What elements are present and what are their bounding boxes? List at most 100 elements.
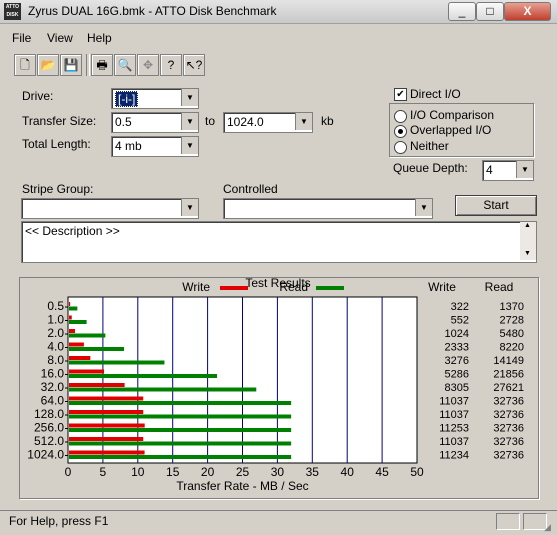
help-button[interactable]: ? [160,54,182,76]
maximize-button[interactable]: □ [476,2,504,21]
read-bar [69,414,292,419]
status-text: For Help, press F1 [9,514,109,528]
overlapped-io-label: Overlapped I/O [410,123,492,137]
read-value: 32736 [493,396,524,408]
resize-grip-icon[interactable]: ◢ [544,522,551,533]
read-column-header: Read [485,280,514,294]
write-bar [69,383,125,387]
read-bar [69,428,292,432]
menu-help[interactable]: Help [87,31,112,45]
y-tick-label: 16.0 [41,367,65,381]
write-value: 322 [451,301,469,313]
overlapped-io-radio[interactable] [394,125,407,138]
maximize-icon: □ [486,4,494,18]
start-button[interactable]: Start [455,195,537,216]
controlled-select[interactable]: ▼ [223,198,433,219]
read-value: 2728 [500,315,524,327]
save-button[interactable]: 💾 [60,54,82,76]
total-length-select[interactable]: 4 mb ▼ [111,136,199,157]
print-preview-button[interactable]: 🔍 [114,54,136,76]
print-icon: 🖶 [96,58,108,72]
read-bar [69,455,292,459]
stripe-group-select[interactable]: ▼ [21,198,199,219]
move-button[interactable]: ✥ [137,54,159,76]
status-bar: For Help, press F1 ◢ [0,510,557,535]
scroll-up-icon: ▲ [524,222,531,229]
read-bar [69,374,217,378]
legend-read-swatch [316,286,344,290]
x-tick-label: 15 [166,465,180,479]
write-bar [69,410,144,414]
minimize-button[interactable]: _ [448,2,476,21]
y-tick-label: 0.5 [47,299,64,313]
new-icon: 🗋 [20,58,30,72]
description-textarea[interactable]: << Description >> ▲ ▼ [21,221,537,263]
x-tick-label: 30 [271,465,285,479]
drive-label: Drive: [22,89,54,103]
context-help-icon: ↖? [185,58,203,72]
read-bar [69,306,78,311]
menu-file[interactable]: File [12,31,31,45]
title-bar: ATTO DISK Zyrus DUAL 16G.bmk - ATTO Disk… [0,0,557,24]
write-bar [69,423,145,428]
menu-view[interactable]: View [47,31,73,45]
chevron-down-icon: ▼ [181,89,198,106]
drive-value: [-i-] [115,91,139,107]
y-tick-label: 8.0 [47,353,64,367]
transfer-size-label: Transfer Size: [22,114,97,128]
x-axis-label: Transfer Rate - MB / Sec [176,479,308,493]
write-value: 11037 [439,396,469,408]
chevron-down-icon: ▼ [181,137,198,154]
open-icon: 📂 [40,58,56,72]
status-pane [496,513,520,530]
queue-depth-select[interactable]: 4 ▼ [482,160,534,181]
minimize-icon: _ [458,4,466,18]
write-value: 8305 [445,382,469,394]
y-tick-label: 2.0 [47,326,64,340]
x-tick-label: 10 [131,465,145,479]
print-button[interactable]: 🖶 [91,54,113,76]
atto-app-icon: ATTO DISK [4,3,21,20]
neither-radio[interactable] [394,141,407,154]
read-bar [69,387,257,392]
legend-write-label: Write [182,280,210,294]
transfer-size-to-select[interactable]: 1024.0 ▼ [223,112,313,133]
description-scrollbar[interactable]: ▲ ▼ [520,222,536,260]
move-icon: ✥ [142,58,154,72]
write-value: 11253 [439,423,469,435]
y-tick-label: 1.0 [47,313,64,327]
read-bar [69,333,106,338]
chevron-down-icon: ▼ [295,113,312,130]
legend-read-label: Read [279,280,308,294]
write-bar [69,342,84,347]
read-value: 32736 [493,450,524,462]
app-icon-text: ATTO DISK [5,4,20,18]
write-value: 11037 [439,436,469,448]
y-tick-label: 256.0 [34,421,64,435]
context-help-button[interactable]: ↖? [183,54,205,76]
total-length-label: Total Length: [22,137,91,151]
io-comparison-radio[interactable] [394,110,407,123]
write-value: 552 [451,315,469,327]
y-tick-label: 4.0 [47,340,64,354]
write-bar [69,356,91,360]
chevron-down-icon: ▼ [181,199,198,216]
new-button[interactable]: 🗋 [14,54,36,76]
write-bar [69,369,105,374]
open-button[interactable]: 📂 [37,54,59,76]
x-tick-label: 25 [236,465,250,479]
close-icon: X [523,4,532,18]
drive-select[interactable]: [-i-] ▼ [111,88,199,109]
chevron-down-icon: ▼ [415,199,432,216]
transfer-size-from-select[interactable]: 0.5 ▼ [111,112,199,133]
direct-io-checkbox[interactable]: ✔ [394,88,407,101]
print-preview-icon: 🔍 [117,58,133,72]
write-bar [69,396,144,401]
save-icon: 💾 [63,58,79,72]
menu-bar: File View Help [0,29,557,48]
kb-label: kb [321,114,334,128]
read-bar [69,320,87,324]
write-value: 11234 [439,450,469,462]
close-button[interactable]: X [504,2,551,21]
write-bar [69,302,71,306]
